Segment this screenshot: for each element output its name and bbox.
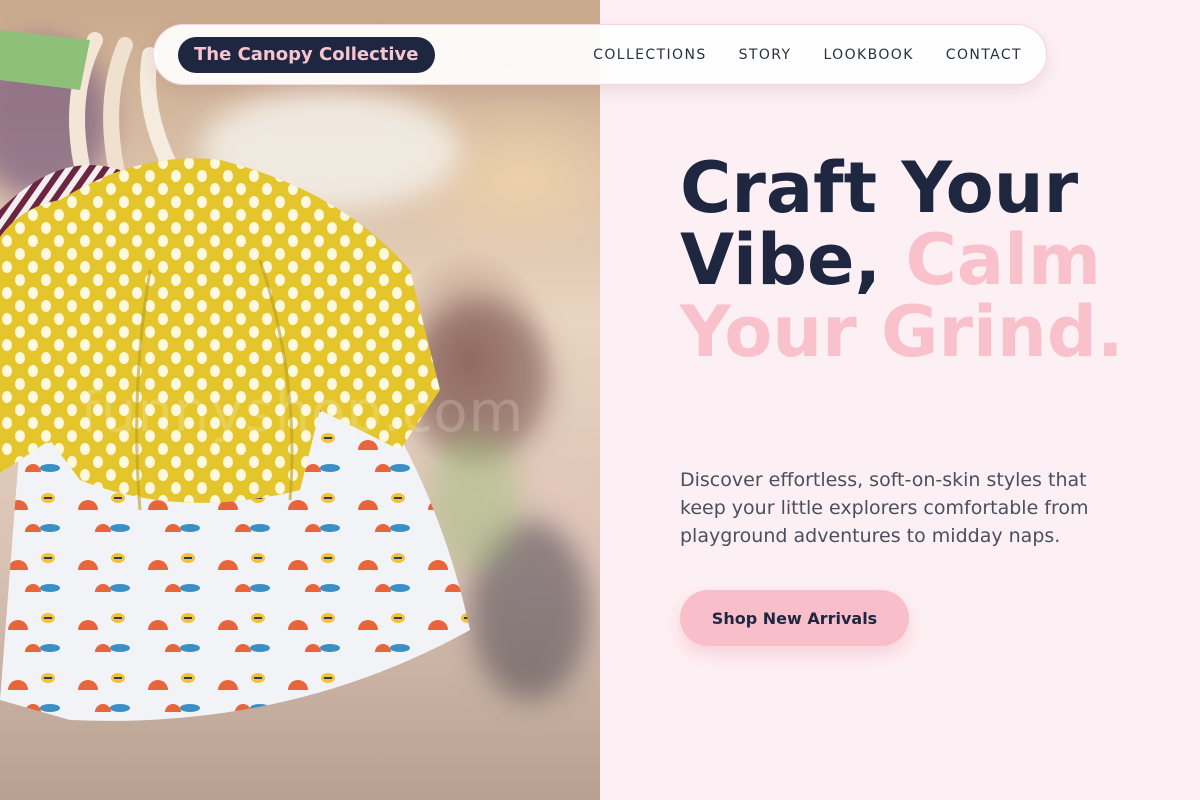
top-navigation: The Canopy Collective COLLECTIONS STORY … bbox=[153, 24, 1047, 85]
nav-links: COLLECTIONS STORY LOOKBOOK CONTACT bbox=[577, 47, 1022, 63]
hero-image: funnyshop.com bbox=[0, 0, 600, 800]
hero-title: Craft Your Vibe, Calm Your Grind. bbox=[680, 152, 1180, 368]
hero-description: Discover effortless, soft-on-skin styles… bbox=[680, 469, 1089, 547]
nav-link-lookbook[interactable]: LOOKBOOK bbox=[807, 47, 929, 63]
clothes-illustration bbox=[0, 30, 470, 721]
nav-link-collections[interactable]: COLLECTIONS bbox=[577, 47, 722, 63]
nav-link-contact[interactable]: CONTACT bbox=[930, 47, 1022, 63]
shop-new-arrivals-button[interactable]: Shop New Arrivals bbox=[680, 590, 909, 646]
nav-link-story[interactable]: STORY bbox=[723, 47, 808, 63]
brand-logo[interactable]: The Canopy Collective bbox=[178, 36, 435, 73]
